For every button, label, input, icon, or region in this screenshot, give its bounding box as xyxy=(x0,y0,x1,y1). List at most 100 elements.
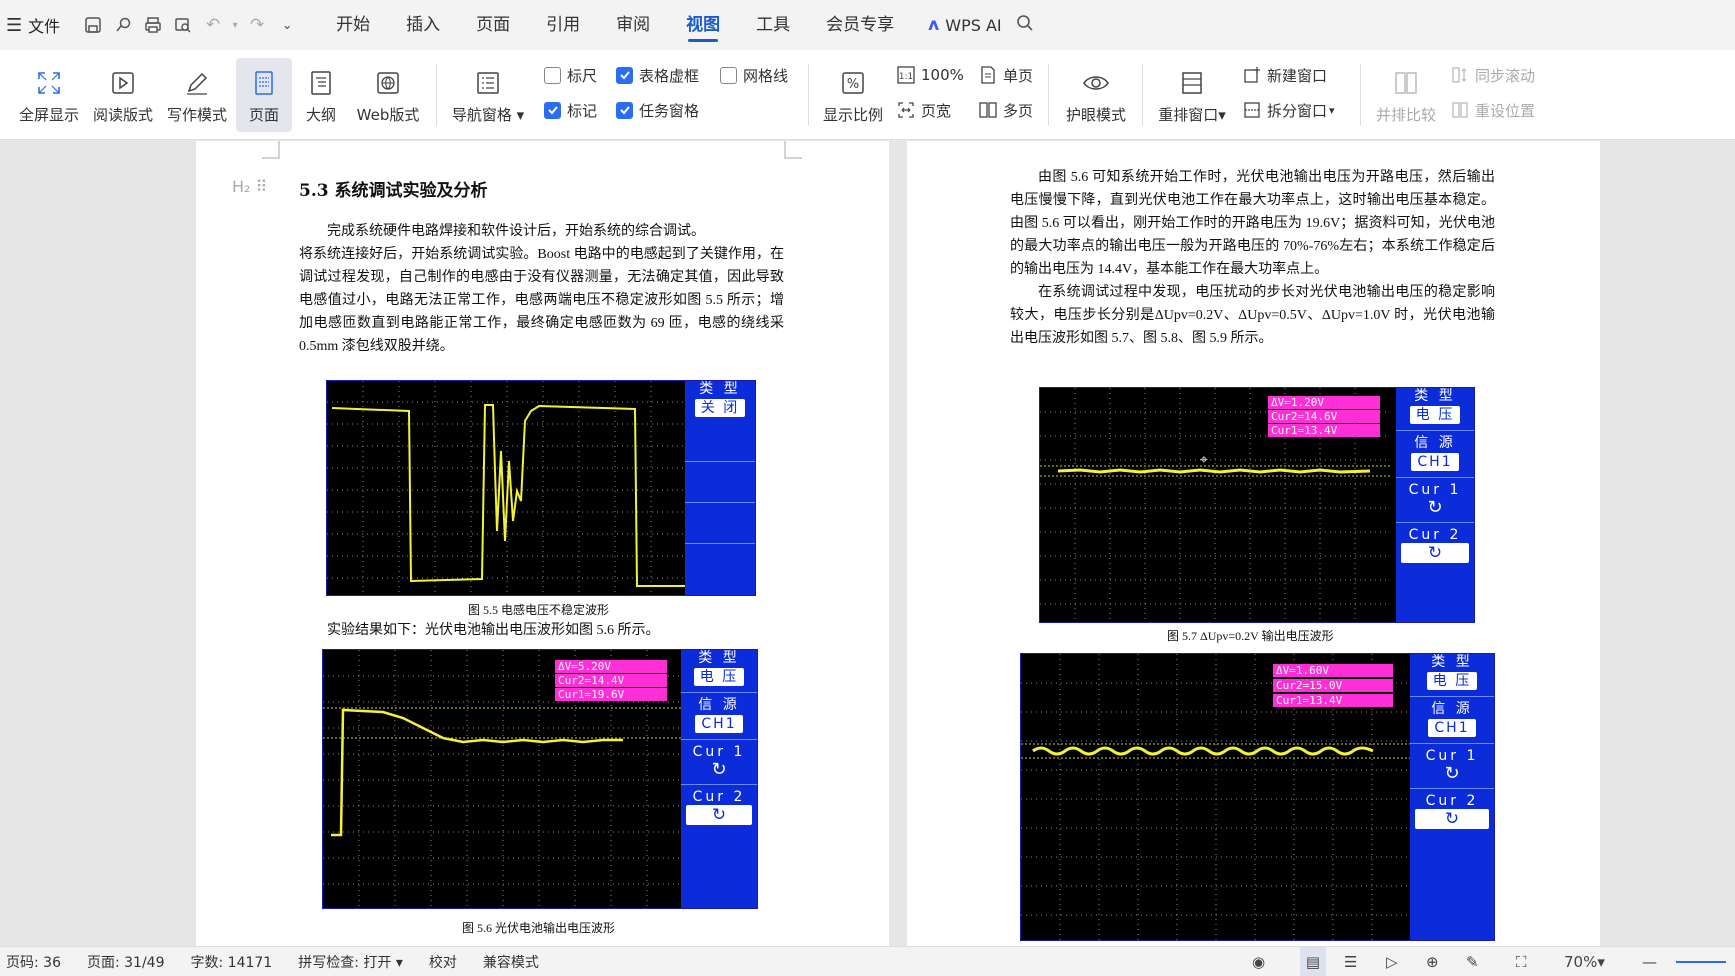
section-heading: 5.3 系统调试实验及分析 xyxy=(299,181,488,201)
play-icon[interactable]: ▷ xyxy=(1386,947,1398,976)
hamburger-icon[interactable]: ☰ xyxy=(6,15,22,36)
zoom-100-button[interactable]: 1:1 100% xyxy=(896,62,964,88)
scope-side-panel: 类 型 电 压 信 源 CH1 Cur 1 ↻ Cur 2 ↻ xyxy=(1410,654,1494,940)
outline-view-button[interactable]: 大纲 xyxy=(296,58,346,132)
task-pane-label: 任务窗格 xyxy=(639,101,700,120)
table-grid-checkbox[interactable]: 表格虚框 xyxy=(616,62,699,88)
reset-position-button[interactable]: 重设位置 xyxy=(1450,97,1535,123)
page-view-button[interactable]: 页面 xyxy=(236,58,292,132)
gridlines-checkbox[interactable]: 网格线 xyxy=(720,62,788,88)
table-grid-label: 表格虚框 xyxy=(639,66,700,85)
panel-divider xyxy=(1410,743,1494,744)
spell-check-toggle[interactable]: 拼写检查: 打开 ▾ xyxy=(292,952,409,972)
print-preview-icon[interactable] xyxy=(168,10,198,40)
tab-member[interactable]: 会员专享 xyxy=(808,0,912,50)
panel-divider xyxy=(1396,522,1474,523)
figure-caption: 图 5.6 光伏电池输出电压波形 xyxy=(462,921,616,935)
page-view-status-icon[interactable]: ▤ xyxy=(1300,947,1326,976)
split-window-label: 拆分窗口 xyxy=(1267,101,1328,120)
nav-pane-button[interactable]: 导航窗格 ▾ xyxy=(446,58,530,132)
rearrange-icon xyxy=(1175,66,1209,100)
document-canvas[interactable]: H₂ ⠿ 5.3 系统调试实验及分析 完成系统硬件电路焊接和软件设计后，开始系统… xyxy=(0,141,1735,946)
outline-status-icon[interactable]: ☰ xyxy=(1344,947,1357,976)
mark-checkbox[interactable]: 标记 xyxy=(544,97,597,123)
split-window-button[interactable]: 拆分窗口 ▾ xyxy=(1242,97,1335,123)
tab-view[interactable]: 视图 xyxy=(668,0,738,50)
fullscreen-button[interactable]: 全屏显示 xyxy=(14,58,84,132)
sync-scroll-button[interactable]: 同步滚动 xyxy=(1450,62,1535,88)
document-page-right[interactable]: 由图 5.6 可知系统开始工作时，光伏电池输出电压为开路电压，然后输出电压慢慢下… xyxy=(907,141,1600,946)
format-painter-icon[interactable] xyxy=(108,10,138,40)
rotate-knob-icon: ↻ xyxy=(1444,763,1460,784)
new-window-label: 新建窗口 xyxy=(1267,66,1328,85)
scope-type-label: 类 型 xyxy=(698,650,740,666)
writing-mode-button[interactable]: 写作模式 xyxy=(162,58,232,132)
scope-side-panel: 类 型 电 压 信 源 CH1 Cur 1 ↻ Cur 2 ↻ xyxy=(681,650,757,908)
scope-channel-label: CH1 xyxy=(1428,719,1476,737)
reading-mode-label: 阅读版式 xyxy=(92,105,153,124)
page-view-icon xyxy=(247,66,281,100)
paragraph: 由图 5.6 可知系统开始工作时，光伏电池输出电压为开路电压，然后输出电压慢慢下… xyxy=(1010,170,1495,277)
reading-mode-button[interactable]: 阅读版式 xyxy=(88,58,158,132)
web-view-button[interactable]: Web版式 xyxy=(352,58,424,132)
eye-mode-button[interactable]: 护眼模式 xyxy=(1058,58,1134,132)
scope-screen xyxy=(327,381,687,595)
undo-dropdown-icon[interactable]: ▾ xyxy=(228,10,242,40)
panel-divider xyxy=(681,692,757,693)
word-count[interactable]: 字数: 14171 xyxy=(185,952,279,972)
web-view-status-icon[interactable]: ⊕ xyxy=(1426,947,1439,976)
pen-status-icon[interactable]: ✎ xyxy=(1466,947,1479,976)
tab-home[interactable]: 开始 xyxy=(318,0,388,50)
tab-page[interactable]: 页面 xyxy=(458,0,528,50)
heading-level-h2-icon[interactable]: H₂ ⠿ xyxy=(232,177,267,196)
paragraph: 实验结果如下：光伏电池输出电压波形如图 5.6 所示。 xyxy=(327,623,660,638)
save-icon[interactable] xyxy=(78,10,108,40)
rotate-knob-icon: ↻ xyxy=(711,759,727,780)
sync-scroll-label: 同步滚动 xyxy=(1475,66,1536,85)
ribbon-tabs: 开始 插入 页面 引用 审阅 视图 工具 会员专享 xyxy=(318,0,912,50)
task-pane-checkbox[interactable]: 任务窗格 xyxy=(616,97,699,123)
print-icon[interactable] xyxy=(138,10,168,40)
multi-page-button[interactable]: 多页 xyxy=(978,97,1033,123)
rearrange-label: 重排窗口▾ xyxy=(1158,105,1226,124)
tab-insert[interactable]: 插入 xyxy=(388,0,458,50)
zoom-level[interactable]: 70% ▾ xyxy=(1564,947,1605,976)
document-page-left[interactable]: H₂ ⠿ 5.3 系统调试实验及分析 完成系统硬件电路焊接和软件设计后，开始系统… xyxy=(196,141,889,946)
scope-type-label: 类 型 xyxy=(1414,388,1456,404)
tab-review[interactable]: 审阅 xyxy=(598,0,668,50)
oscilloscope-figure-5-5: 类 型 关 闭 xyxy=(326,380,756,596)
page-code-indicator[interactable]: 页码: 36 xyxy=(0,952,67,972)
wps-ai-label: WPS AI xyxy=(945,15,1002,35)
panel-divider xyxy=(681,739,757,740)
scope-type-label: 类 型 xyxy=(699,381,741,397)
eye-protection-icon[interactable]: ◉ xyxy=(1252,947,1265,976)
panel-divider xyxy=(685,543,755,544)
tab-references[interactable]: 引用 xyxy=(528,0,598,50)
zoom-out-icon[interactable]: — xyxy=(1642,947,1657,976)
multi-page-label: 多页 xyxy=(1003,101,1034,120)
figure-caption: 图 5.5 电感电压不稳定波形 xyxy=(468,603,610,617)
ruler-checkbox[interactable]: 标尺 xyxy=(544,62,597,88)
more-dropdown-icon[interactable]: ⌄ xyxy=(272,10,302,40)
wps-ai-button[interactable]: ᴧ WPS AI xyxy=(928,15,1001,35)
page-view-label: 页面 xyxy=(248,105,279,124)
proofread-button[interactable]: 校对 xyxy=(423,952,463,972)
fullscreen-label: 全屏显示 xyxy=(18,105,79,124)
tab-tools[interactable]: 工具 xyxy=(738,0,808,50)
single-page-button[interactable]: 单页 xyxy=(978,62,1033,88)
undo-icon[interactable]: ↶ xyxy=(198,10,228,40)
page-width-button[interactable]: 页宽 xyxy=(896,97,951,123)
fit-page-icon[interactable]: ⛶ xyxy=(1516,947,1527,976)
eye-mode-label: 护眼模式 xyxy=(1065,105,1126,124)
rearrange-window-button[interactable]: 重排窗口▾ xyxy=(1152,58,1232,132)
zoom-slider[interactable] xyxy=(1676,947,1734,976)
file-menu[interactable]: 文件 xyxy=(28,13,60,37)
page-indicator[interactable]: 页面: 31/49 xyxy=(81,952,171,972)
zoom-ratio-button[interactable]: % 显示比例 xyxy=(818,58,888,132)
cursor1-readout: Cur1=19.6V xyxy=(555,688,667,701)
new-window-button[interactable]: 新建窗口 xyxy=(1242,62,1327,88)
side-by-side-button[interactable]: 并排比较 xyxy=(1370,58,1442,132)
gridlines-label: 网格线 xyxy=(743,66,789,85)
search-icon[interactable] xyxy=(1016,14,1034,37)
redo-icon[interactable]: ↷ xyxy=(242,10,272,40)
